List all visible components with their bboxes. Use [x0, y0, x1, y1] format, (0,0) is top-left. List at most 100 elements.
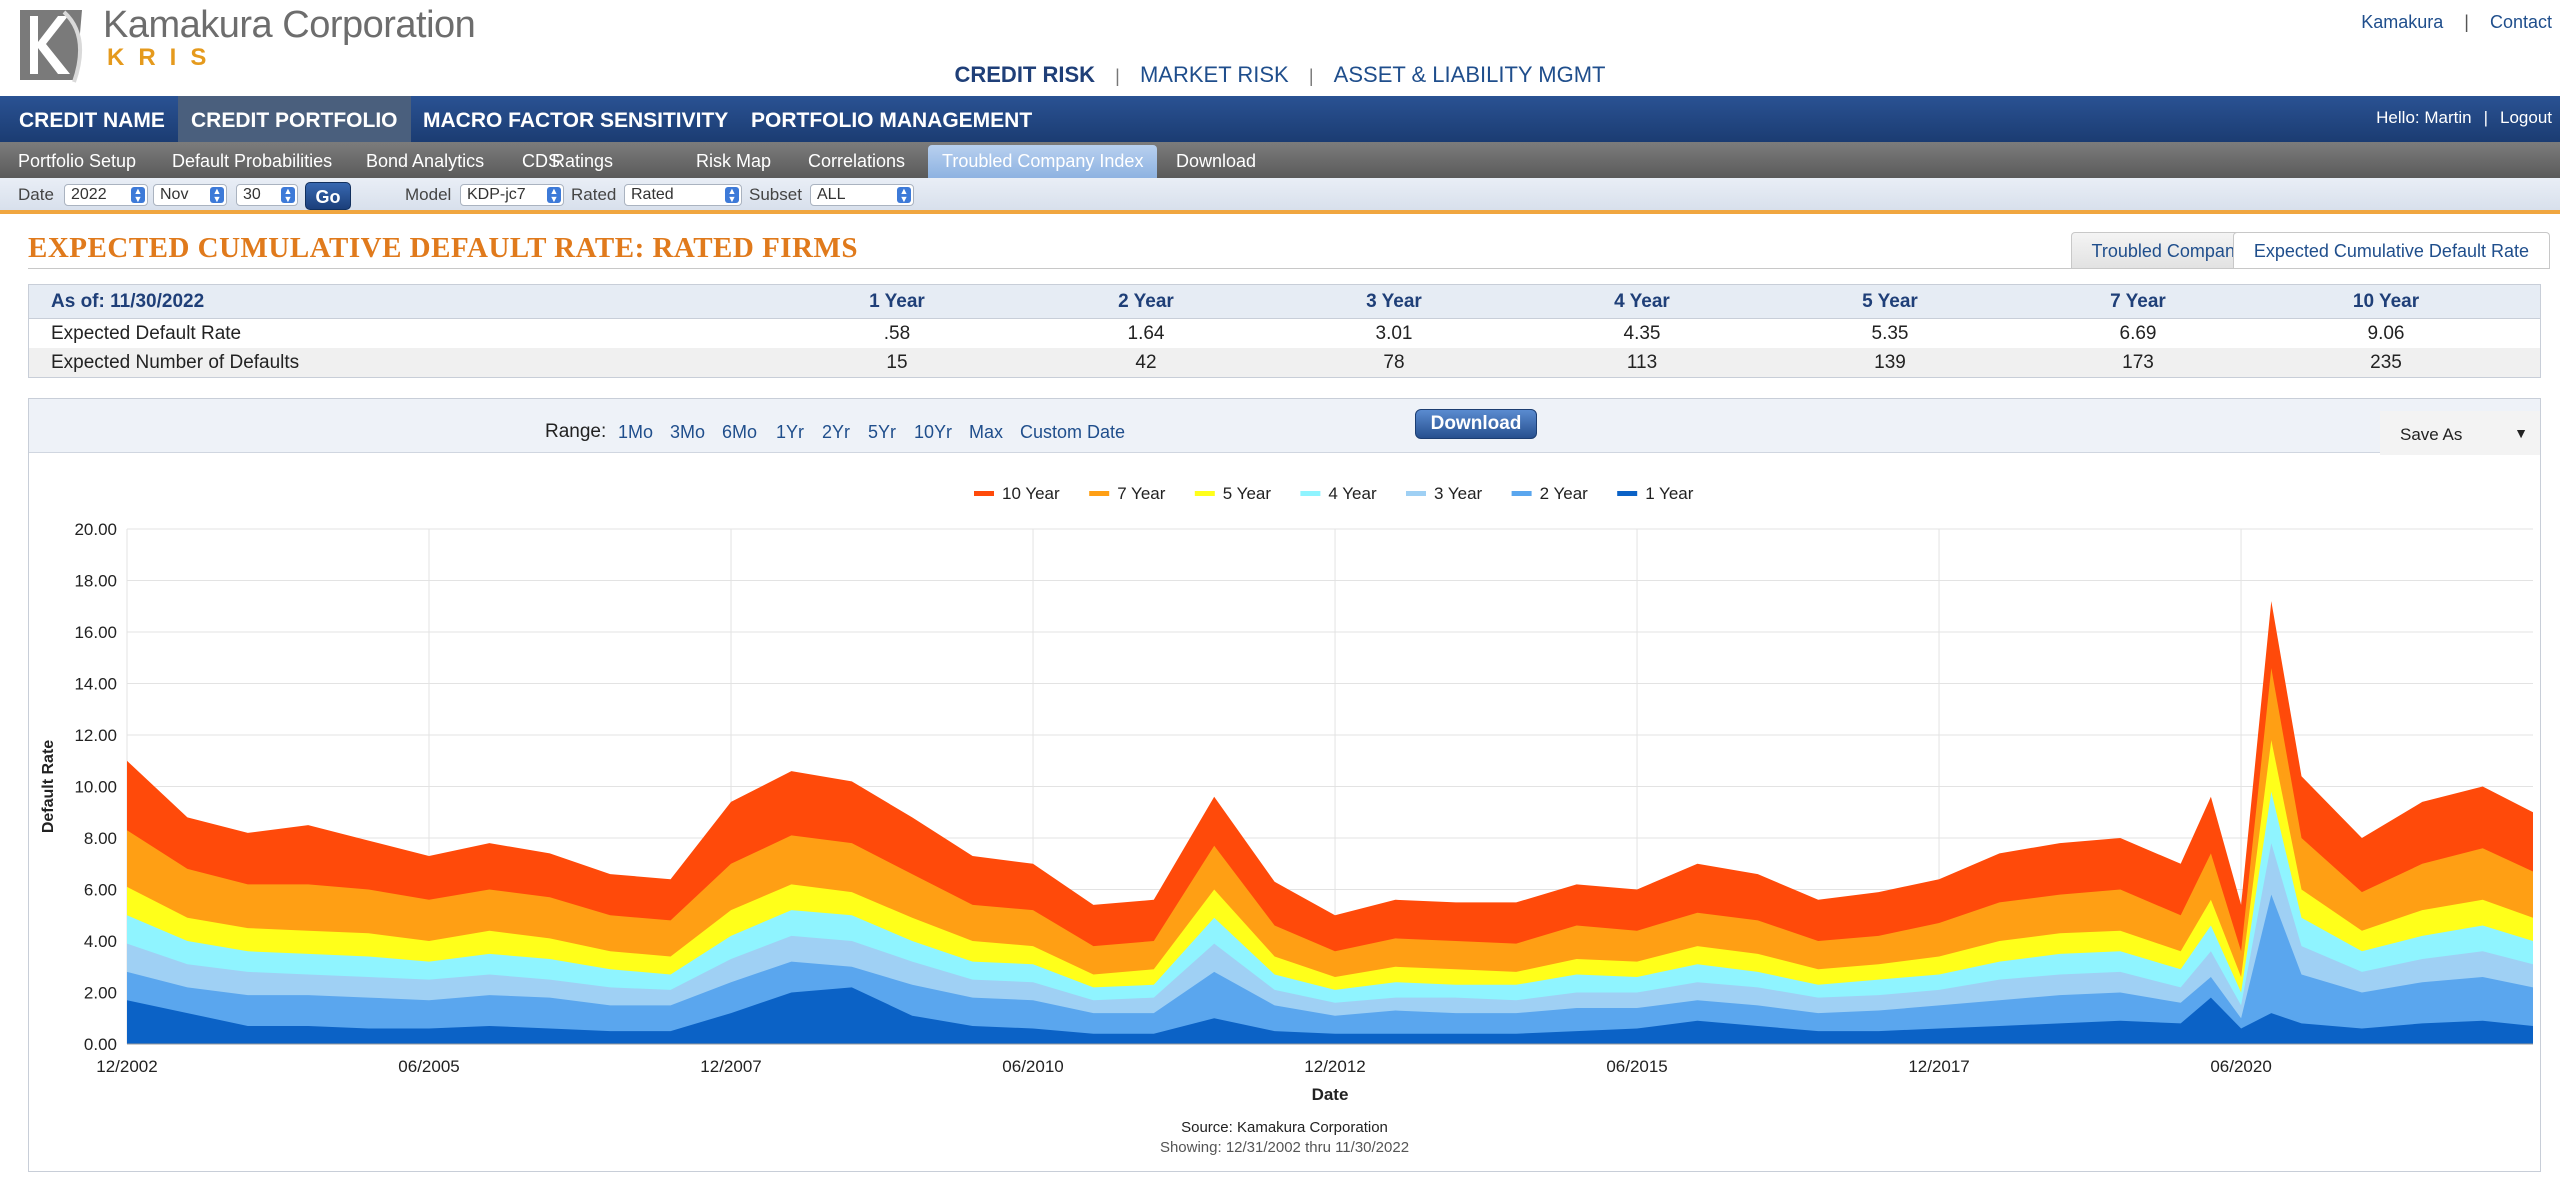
legend-swatch — [1617, 491, 1638, 496]
main-nav-credit-name[interactable]: CREDIT NAME — [6, 96, 178, 142]
model-select[interactable]: KDP-jc7 ▲ ▼ — [460, 184, 564, 206]
x-tick-label: 12/2012 — [1304, 1057, 1365, 1076]
x-tick-label: 12/2017 — [1908, 1057, 1969, 1076]
y-axis-title: Default Rate — [40, 740, 57, 833]
nav-separator: | — [1115, 66, 1120, 86]
legend-item: 10 Year — [1002, 484, 1060, 503]
title-divider — [28, 268, 2550, 269]
sub-nav-correlations[interactable]: Correlations — [794, 145, 919, 178]
x-tick-label: 12/2002 — [96, 1057, 157, 1076]
sub-nav-default-probabilities[interactable]: Default Probabilities — [158, 145, 346, 178]
user-greeting: Hello: Martin | Logout — [2376, 108, 2552, 128]
rated-value: Rated — [631, 186, 674, 203]
rated-select[interactable]: Rated ▲ ▼ — [624, 184, 742, 206]
summary-table: As of: 11/30/2022 1 Year 2 Year 3 Year 4… — [28, 284, 2541, 378]
sub-nav-ratings[interactable]: Ratings — [538, 145, 627, 178]
table-cell: 6.69 — [2119, 323, 2157, 344]
subset-value: ALL — [817, 186, 846, 203]
sub-nav-bond-analytics[interactable]: Bond Analytics — [352, 145, 498, 178]
table-row: Expected Default Rate .58 1.64 3.01 4.35… — [29, 319, 2540, 348]
go-button[interactable]: Go — [305, 182, 351, 210]
legend-swatch — [1089, 491, 1110, 496]
sub-nav-portfolio-setup[interactable]: Portfolio Setup — [4, 145, 150, 178]
legend-item: 3 Year — [1434, 484, 1483, 503]
x-tick-label: 06/2010 — [1002, 1057, 1063, 1076]
table-cell: 235 — [2370, 352, 2402, 373]
legend-swatch — [1406, 491, 1426, 496]
top-links: Kamakura | Contact — [2361, 12, 2560, 33]
legend-swatch — [1511, 491, 1532, 496]
kamakura-link[interactable]: Kamakura — [2361, 12, 2443, 33]
table-cell: 42 — [1135, 352, 1157, 373]
sub-nav-troubled-company-index[interactable]: Troubled Company Index — [928, 145, 1158, 178]
column-header: 10 Year — [2352, 291, 2420, 312]
legend-item: 2 Year — [1540, 484, 1589, 503]
contact-link[interactable]: Contact — [2490, 12, 2552, 33]
select-arrows-icon: ▲ ▼ — [897, 187, 911, 204]
nav-separator: | — [1308, 66, 1314, 86]
legend-swatch — [1300, 491, 1321, 496]
main-nav-credit-portfolio[interactable]: CREDIT PORTFOLIO — [178, 96, 411, 142]
chart-source: Source: Kamakura Corporation — [1181, 1119, 1388, 1136]
row-label: Expected Number of Defaults — [51, 352, 300, 373]
y-tick-label: 6.00 — [84, 881, 117, 900]
column-header: 5 Year — [1862, 291, 1918, 312]
tab-expected-cumulative-default-rate[interactable]: Expected Cumulative Default Rate — [2232, 232, 2550, 268]
row-label: Expected Default Rate — [51, 323, 242, 344]
column-header: 4 Year — [1614, 291, 1670, 312]
table-cell: 15 — [886, 352, 908, 373]
month-value: Nov — [160, 186, 189, 203]
legend-swatch — [974, 491, 994, 496]
legend-item: 4 Year — [1328, 484, 1377, 503]
table-cell: 173 — [2122, 352, 2154, 373]
y-tick-label: 14.00 — [74, 675, 117, 694]
link-separator: | — [2464, 12, 2469, 32]
page-title: EXPECTED CUMULATIVE DEFAULT RATE: RATED … — [28, 232, 859, 264]
risk-nav-credit-risk[interactable]: CREDIT RISK — [954, 62, 1095, 88]
month-select[interactable]: Nov ▲ ▼ — [153, 184, 227, 206]
brand-name: Kamakura Corporation — [103, 4, 476, 46]
day-value: 30 — [243, 186, 261, 203]
y-tick-label: 0.00 — [84, 1035, 117, 1054]
y-tick-label: 16.00 — [74, 623, 117, 642]
table-cell: 4.35 — [1623, 323, 1661, 344]
main-nav-macro-factor-sensitivity[interactable]: MACRO FACTOR SENSITIVITY — [410, 96, 741, 142]
subset-select[interactable]: ALL ▲ ▼ — [810, 184, 914, 206]
legend-swatch — [1194, 491, 1215, 496]
year-value: 2022 — [71, 186, 107, 203]
column-header: 3 Year — [1366, 291, 1422, 312]
y-tick-label: 2.00 — [84, 984, 117, 1003]
table-cell: .58 — [883, 323, 911, 344]
table-cell: 78 — [1383, 352, 1405, 373]
day-select[interactable]: 30 ▲ ▼ — [236, 184, 298, 206]
y-tick-label: 8.00 — [84, 829, 117, 848]
default-rate-chart: 0.00 2.00 4.00 6.00 8.00 10.00 12.00 14.00 16.00… — [40, 484, 2533, 1104]
sub-nav-download[interactable]: Download — [1162, 145, 1270, 178]
table-cell: 3.01 — [1375, 323, 1413, 344]
legend-item: 7 Year — [1117, 484, 1166, 503]
y-tick-label: 10.00 — [74, 778, 117, 797]
greeting-separator: | — [2483, 108, 2488, 127]
sub-nav-risk-map[interactable]: Risk Map — [682, 145, 785, 178]
table-cell: 113 — [1626, 352, 1658, 373]
model-value: KDP-jc7 — [467, 186, 526, 203]
logout-link[interactable]: Logout — [2500, 108, 2552, 127]
summary-header-row: As of: 11/30/2022 1 Year 2 Year 3 Year 4… — [29, 285, 2540, 319]
sub-nav: Portfolio Setup Default Probabilities Bo… — [0, 142, 2560, 178]
x-axis-title: Date — [1312, 1085, 1349, 1104]
legend-item: 1 Year — [1645, 484, 1694, 503]
year-select[interactable]: 2022 ▲ ▼ — [64, 184, 148, 206]
risk-nav-alm[interactable]: ASSET & LIABILITY MGMT — [1334, 62, 1606, 88]
risk-nav-market-risk[interactable]: MARKET RISK — [1140, 62, 1289, 88]
rated-label: Rated — [571, 185, 617, 204]
filter-bar: Date 2022 ▲ ▼ Nov ▲ ▼ 30 ▲ ▼ Go Model KDP-jc7 ▲… — [0, 178, 2560, 214]
select-arrows-icon: ▲ ▼ — [547, 187, 561, 204]
table-cell: 9.06 — [2367, 323, 2405, 344]
chart-panel: Range: 1Mo 3Mo 6Mo 1Yr 2Yr 5Yr 10Yr Max … — [28, 398, 2541, 1172]
main-nav-portfolio-management[interactable]: PORTFOLIO MANAGEMENT — [738, 96, 1045, 142]
x-tick-label: 06/2015 — [1606, 1057, 1667, 1076]
legend-item: 5 Year — [1223, 484, 1272, 503]
table-cell: 1.64 — [1127, 323, 1165, 344]
y-tick-label: 12.00 — [74, 726, 117, 745]
chart-date-range: Showing: 12/31/2002 thru 11/30/2022 — [1159, 1139, 1410, 1156]
